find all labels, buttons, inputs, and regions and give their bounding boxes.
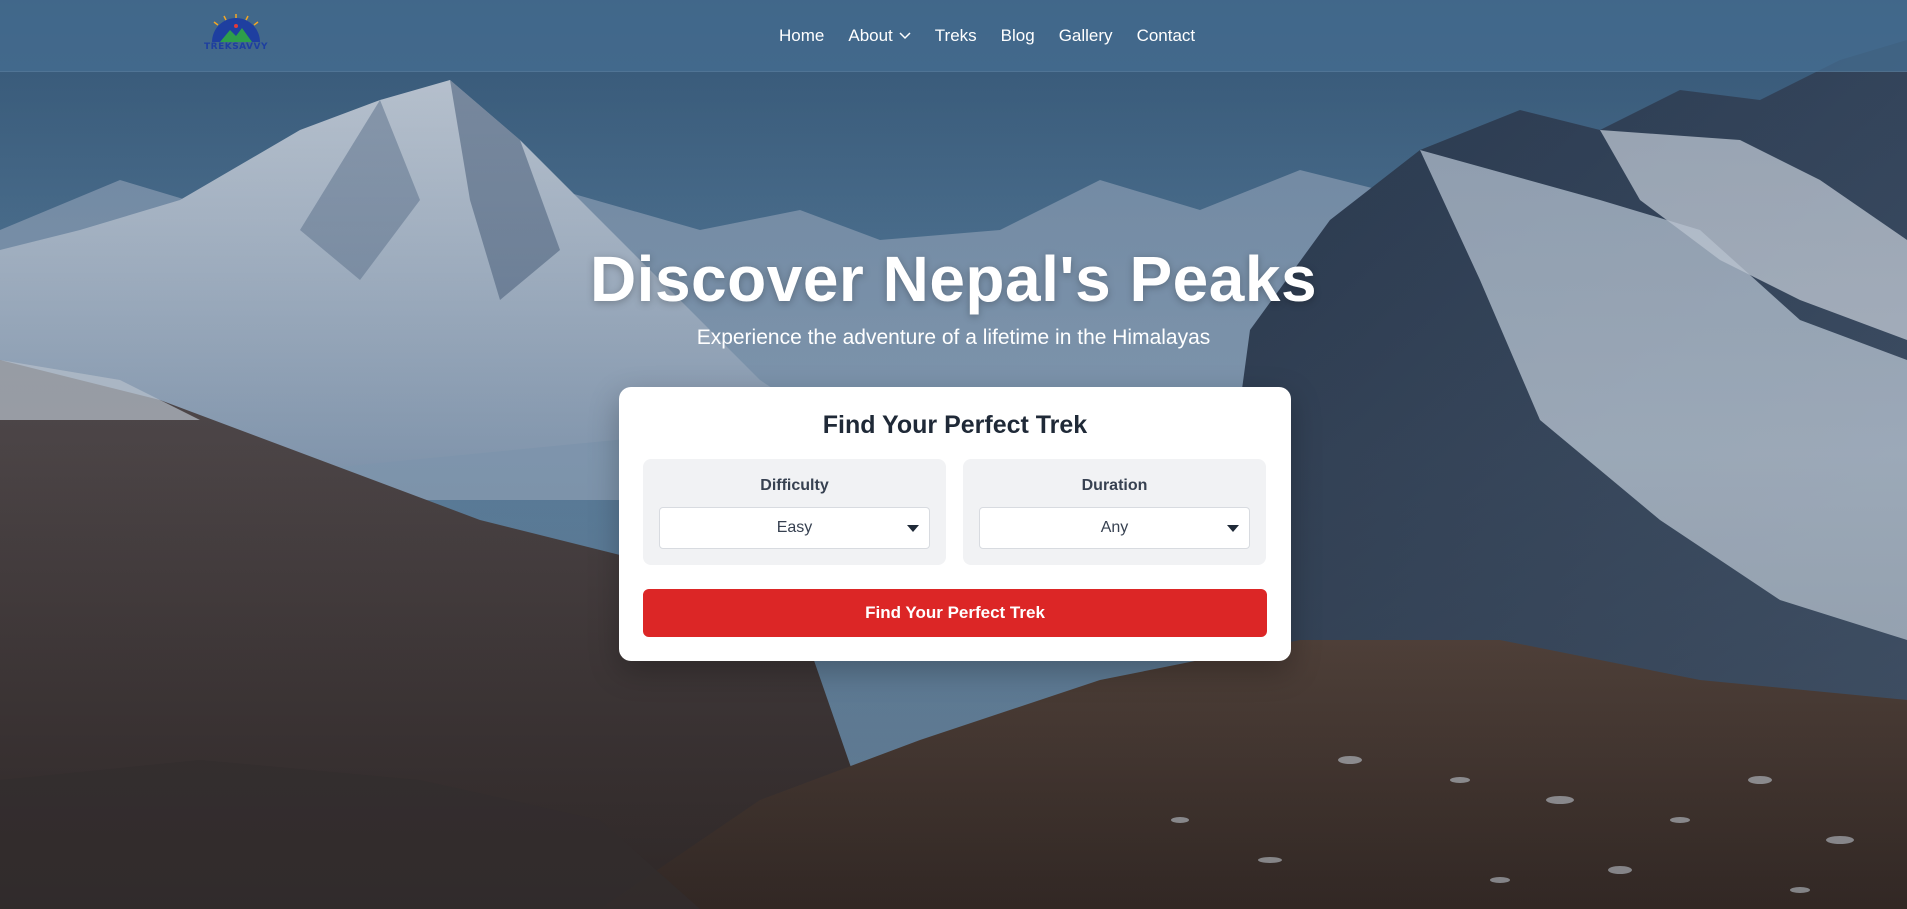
hero-subtitle: Experience the adventure of a lifetime i…: [696, 326, 1211, 349]
top-navbar: TREKSAVVY Home About Treks Blog Gallery …: [0, 0, 1907, 72]
find-trek-button[interactable]: Find Your Perfect Trek: [643, 589, 1267, 637]
logo-text: TREKSAVVY: [204, 42, 268, 52]
treksavvy-logo[interactable]: TREKSAVVY: [202, 14, 270, 54]
logo-emblem-icon: [212, 14, 260, 42]
nav-links: Home About Treks Blog Gallery Contact: [779, 0, 1195, 72]
duration-filter: Duration Any: [963, 459, 1266, 565]
nav-gallery-link[interactable]: Gallery: [1059, 26, 1113, 46]
nav-treks-link[interactable]: Treks: [935, 26, 977, 46]
difficulty-selected-value: Easy: [776, 519, 813, 536]
nav-about-label: About: [848, 26, 893, 45]
chevron-down-icon: [899, 32, 911, 40]
trek-search-card: Find Your Perfect Trek Difficulty Easy D…: [619, 387, 1291, 661]
nav-home-link[interactable]: Home: [779, 26, 824, 46]
caret-down-icon: [907, 525, 919, 532]
search-card-title: Find Your Perfect Trek: [822, 411, 1088, 439]
nav-about-dropdown[interactable]: About: [848, 26, 911, 46]
hero-title: Discover Nepal's Peaks: [589, 243, 1318, 315]
caret-down-icon: [1227, 525, 1239, 532]
duration-selected-value: Any: [1100, 519, 1129, 536]
difficulty-label: Difficulty: [760, 477, 829, 494]
duration-select[interactable]: Any: [979, 507, 1250, 549]
difficulty-select[interactable]: Easy: [659, 507, 930, 549]
duration-label: Duration: [1081, 477, 1148, 494]
nav-blog-link[interactable]: Blog: [1001, 26, 1035, 46]
nav-contact-link[interactable]: Contact: [1137, 26, 1196, 46]
difficulty-filter: Difficulty Easy: [643, 459, 946, 565]
